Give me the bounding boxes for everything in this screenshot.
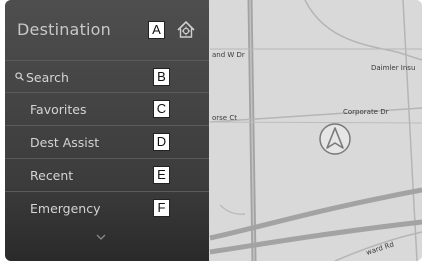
menu-item-label: Emergency bbox=[30, 201, 101, 216]
menu-item-emergency[interactable]: Emergency F bbox=[5, 192, 209, 225]
callout-label: B bbox=[153, 68, 170, 86]
street-label: and W Dr bbox=[212, 51, 245, 59]
menu-item-search[interactable]: Search B bbox=[5, 60, 209, 93]
search-icon bbox=[15, 72, 24, 81]
menu-item-label: Recent bbox=[30, 168, 74, 183]
menu-item-recent[interactable]: Recent E bbox=[5, 159, 209, 192]
menu-item-label: Favorites bbox=[30, 102, 87, 117]
callout-label: F bbox=[153, 199, 170, 217]
destination-menu-panel: Destination A Search B Favorites C Dest … bbox=[5, 0, 209, 261]
panel-title: Destination bbox=[17, 20, 112, 39]
menu-item-dest-assist[interactable]: Dest Assist D bbox=[5, 126, 209, 159]
menu-item-label: Search bbox=[26, 70, 69, 85]
callout-label: C bbox=[153, 100, 170, 118]
callout-label: D bbox=[153, 133, 170, 151]
home-icon[interactable] bbox=[175, 19, 197, 41]
navigation-screen: and W Dr Daimler Insu orse Ct Corporate … bbox=[5, 0, 422, 261]
navigation-arrow-icon bbox=[319, 123, 351, 155]
street-label: orse Ct bbox=[212, 114, 237, 122]
menu-item-favorites[interactable]: Favorites C bbox=[5, 93, 209, 126]
menu-item-label: Dest Assist bbox=[30, 135, 100, 150]
callout-label: A bbox=[148, 21, 165, 39]
callout-label: E bbox=[153, 166, 170, 184]
street-label: Corporate Dr bbox=[343, 108, 389, 116]
street-label: Daimler Insu bbox=[371, 64, 415, 72]
chevron-down-icon[interactable] bbox=[95, 233, 107, 241]
